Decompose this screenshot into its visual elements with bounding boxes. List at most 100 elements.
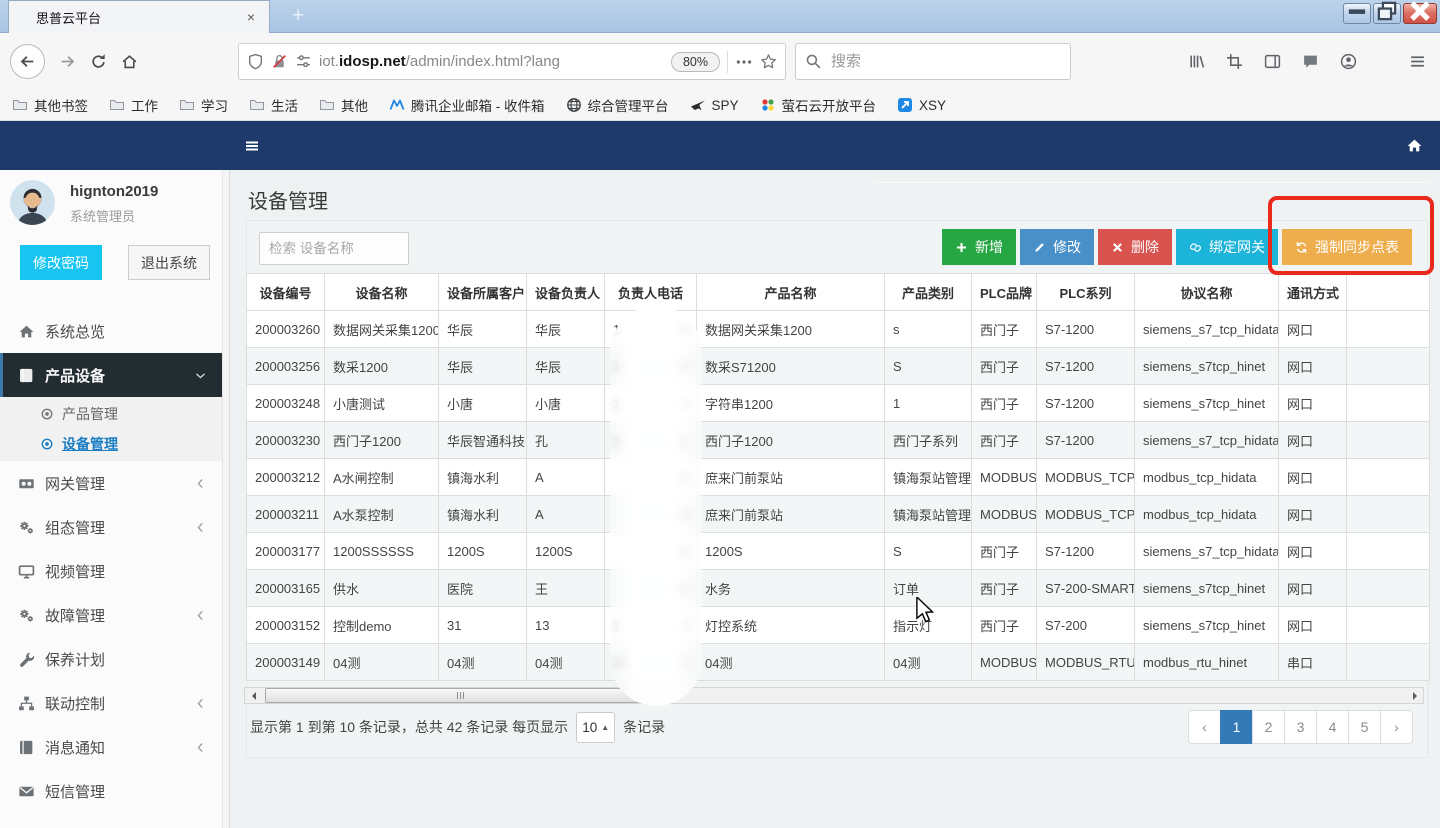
table-row[interactable]: 200003165供水医院王41水务订单西门子S7-200-SMARTsieme… [247, 570, 1430, 607]
sidebar-collapse-icon[interactable] [244, 138, 260, 154]
column-header[interactable]: 设备编号 [247, 274, 325, 311]
bookmark-item[interactable]: 综合管理平台 [566, 95, 669, 115]
bookmark-item[interactable]: 腾讯企业邮箱 - 收件箱 [389, 95, 545, 115]
url-bar[interactable]: iot.idosp.net/admin/index.html?lang 80% [238, 43, 786, 80]
绑定网关-button[interactable]: 绑定网关 [1176, 229, 1278, 265]
bookmark-star-icon[interactable] [760, 53, 777, 70]
sidebar-item-故障管理[interactable]: 故障管理 [0, 593, 222, 637]
shield-icon[interactable] [247, 53, 264, 70]
table-row[interactable]: 200003152控制demo311318灯控系统指示灯西门子S7-200sie… [247, 607, 1430, 644]
browser-home-icon[interactable] [121, 53, 138, 70]
cell-owner: A [527, 496, 605, 533]
page-5[interactable]: 5 [1348, 710, 1381, 744]
device-search-input[interactable] [259, 232, 409, 265]
cell-comm: 网口 [1279, 348, 1347, 385]
page-2[interactable]: 2 [1252, 710, 1285, 744]
library-icon[interactable] [1188, 53, 1205, 70]
table-row[interactable]: 200003256数采1200华辰华辰104数采S71200S西门子S7-120… [247, 348, 1430, 385]
cell-customer: 医院 [439, 570, 527, 607]
bookmark-item[interactable]: 其他书签 [12, 95, 88, 115]
zoom-badge[interactable]: 80% [671, 52, 720, 72]
table-row[interactable]: 200003260数据网关采集1200华辰华辰104数据网关采集1200s西门子… [247, 311, 1430, 348]
sidebar-toggle-icon[interactable] [1264, 53, 1281, 70]
bookmark-item[interactable]: 萤石云开放平台 [760, 95, 877, 115]
chat-icon[interactable] [1302, 53, 1319, 70]
url-text[interactable]: iot.idosp.net/admin/index.html?lang [319, 53, 664, 70]
horizontal-scrollbar[interactable] [244, 687, 1424, 704]
sidebar-item-label: 故障管理 [45, 605, 105, 626]
scroll-thumb[interactable] [265, 688, 655, 703]
column-header[interactable]: 设备名称 [325, 274, 439, 311]
column-header[interactable]: 产品名称 [697, 274, 885, 311]
bookmark-item[interactable]: 学习 [179, 95, 228, 115]
app-home-icon[interactable] [1406, 137, 1423, 154]
new-tab-button[interactable]: + [285, 2, 311, 30]
sidebar-item-系统总览[interactable]: 系统总览 [0, 309, 222, 353]
sidebar-item-网关管理[interactable]: 网关管理 [0, 461, 222, 505]
删除-button[interactable]: 删除 [1098, 229, 1172, 265]
sidebar-item-车间管理[interactable]: 车间管理 [0, 813, 222, 828]
menu-icon[interactable] [1409, 53, 1426, 70]
scroll-right-arrow[interactable] [1407, 688, 1423, 703]
sidebar-item-保养计划[interactable]: 保养计划 [0, 637, 222, 681]
sidebar-item-视频管理[interactable]: 视频管理 [0, 549, 222, 593]
sidebar-subitem-设备管理[interactable]: 设备管理 [0, 429, 222, 459]
bookmark-item[interactable]: 工作 [109, 95, 158, 115]
table-row[interactable]: 20000314904测04测04测15804测04测MODBUSMODBUS_… [247, 644, 1430, 681]
column-header[interactable] [1347, 274, 1430, 311]
table-row[interactable]: 200003230西门子1200华辰智通科技孔131西门子1200西门子系列西门… [247, 422, 1430, 459]
page-actions-icon[interactable] [735, 53, 753, 71]
insecure-lock-icon[interactable] [271, 53, 288, 70]
bookmark-item[interactable]: SPY [690, 97, 739, 113]
column-header[interactable]: PLC品牌 [972, 274, 1037, 311]
page-3[interactable]: 3 [1284, 710, 1317, 744]
reload-icon[interactable] [90, 53, 107, 70]
sidebar-subitem-产品管理[interactable]: 产品管理 [0, 399, 222, 429]
page-›[interactable]: › [1380, 710, 1413, 744]
restore-button[interactable] [1373, 3, 1401, 24]
column-header[interactable]: 设备所属客户 [439, 274, 527, 311]
browser-tab[interactable]: 思普云平台 × [8, 0, 270, 33]
sidebar-item-组态管理[interactable]: 组态管理 [0, 505, 222, 549]
minimize-button[interactable] [1343, 3, 1371, 24]
修改-button[interactable]: 修改 [1020, 229, 1094, 265]
logout-button[interactable]: 退出系统 [128, 245, 210, 280]
table-row[interactable]: 200003211A水泵控制镇海水利A33庶来门前泵站镇海泵站管理MODBUSM… [247, 496, 1430, 533]
close-button[interactable] [1403, 3, 1437, 24]
sidebar-scrollbar[interactable] [222, 170, 229, 828]
browser-search-input[interactable] [831, 53, 1031, 70]
browser-search[interactable] [795, 43, 1071, 80]
column-header[interactable]: 设备负责人 [527, 274, 605, 311]
scroll-track[interactable] [261, 688, 1407, 703]
column-header[interactable]: 协议名称 [1135, 274, 1279, 311]
sidebar-subitem-label: 产品管理 [62, 404, 118, 424]
sidebar-item-联动控制[interactable]: 联动控制 [0, 681, 222, 725]
crop-icon[interactable] [1226, 53, 1243, 70]
permissions-icon[interactable] [295, 53, 312, 70]
cell-device-id: 200003149 [247, 644, 325, 681]
table-row[interactable]: 2000031771200SSSSSS1200S1200S881200SS西门子… [247, 533, 1430, 570]
sidebar-item-产品设备[interactable]: 产品设备 [0, 353, 222, 397]
scroll-left-arrow[interactable] [245, 688, 261, 703]
table-row[interactable]: 200003248小唐测试小唐小唐10字符串12001西门子S7-1200sie… [247, 385, 1430, 422]
account-icon[interactable] [1340, 53, 1357, 70]
forward-icon[interactable] [59, 53, 76, 70]
page-4[interactable]: 4 [1316, 710, 1349, 744]
新增-button[interactable]: 新增 [942, 229, 1016, 265]
column-header[interactable]: 产品类别 [885, 274, 972, 311]
page-1[interactable]: 1 [1220, 710, 1253, 744]
sidebar-item-短信管理[interactable]: 短信管理 [0, 769, 222, 813]
column-header[interactable]: 负责人电话 [605, 274, 697, 311]
page-‹[interactable]: ‹ [1188, 710, 1221, 744]
bookmark-item[interactable]: XSY [897, 97, 946, 113]
column-header[interactable]: PLC系列 [1037, 274, 1135, 311]
bookmark-item[interactable]: 生活 [249, 95, 298, 115]
change-password-button[interactable]: 修改密码 [20, 245, 102, 280]
page-size-select[interactable]: 10▲ [576, 712, 615, 743]
column-header[interactable]: 通讯方式 [1279, 274, 1347, 311]
bookmark-item[interactable]: 其他 [319, 95, 368, 115]
back-button[interactable] [10, 44, 45, 79]
tab-close-icon[interactable]: × [241, 9, 261, 25]
sidebar-item-消息通知[interactable]: 消息通知 [0, 725, 222, 769]
table-row[interactable]: 200003212A水闸控制镇海水利A33庶来门前泵站镇海泵站管理MODBUSM… [247, 459, 1430, 496]
